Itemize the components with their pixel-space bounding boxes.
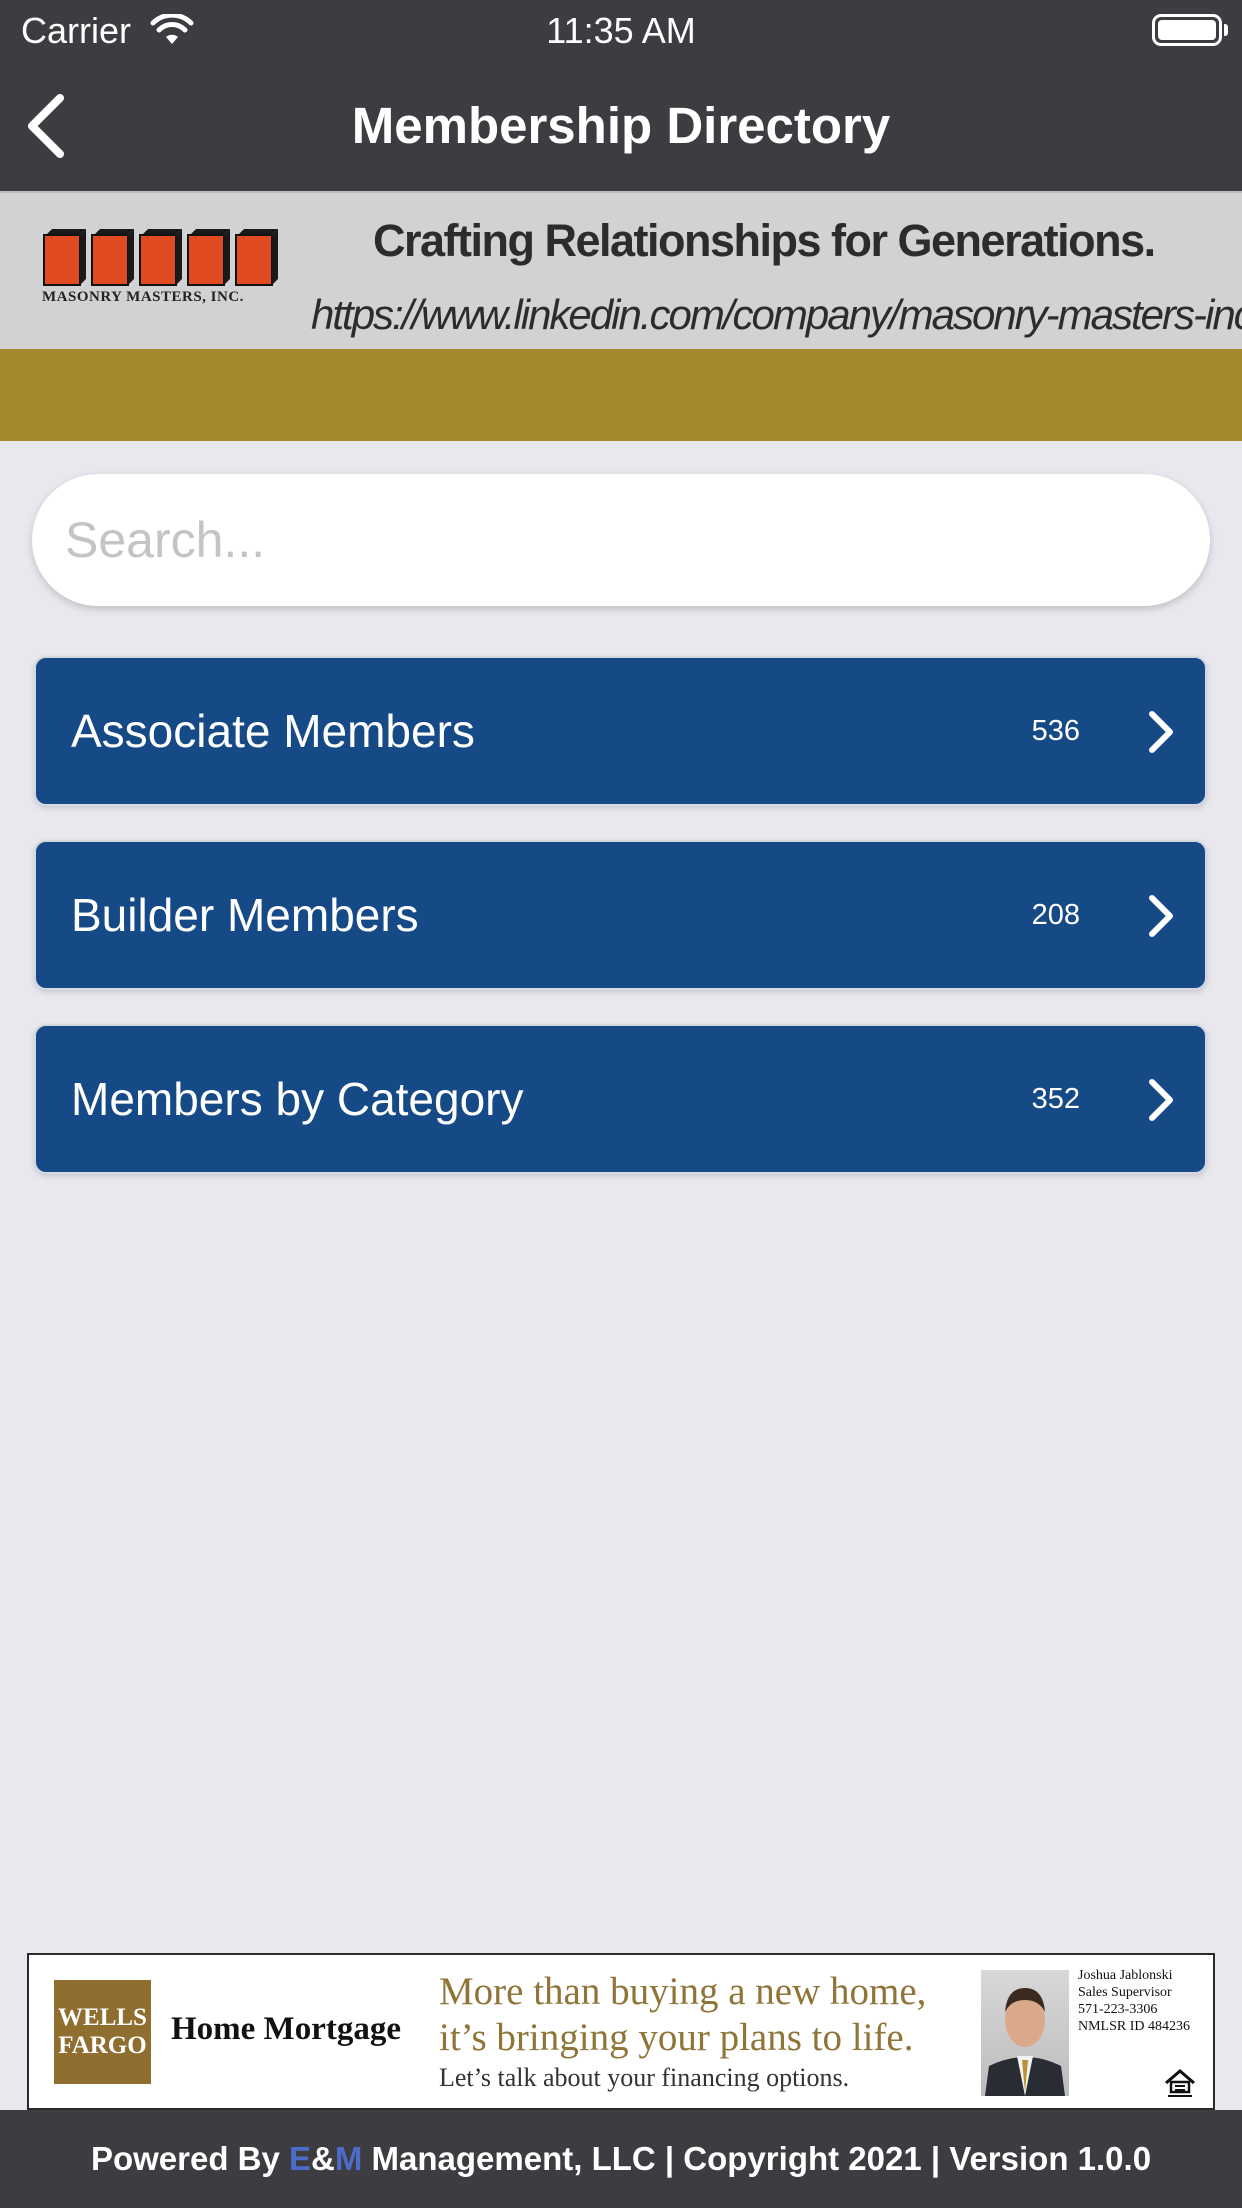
banner-url: https://www.linkedin.com/company/masonry… xyxy=(311,291,1242,338)
row-associate-members[interactable]: Associate Members 536 xyxy=(34,656,1207,806)
battery-icon xyxy=(1152,14,1222,46)
row-builder-members[interactable]: Builder Members 208 xyxy=(34,840,1207,990)
ad-product: Home Mortgage xyxy=(171,2011,401,2047)
equal-housing-lender-icon xyxy=(1165,2069,1195,2097)
row-count: 208 xyxy=(1031,899,1080,931)
person-photo-icon xyxy=(985,1988,1065,2096)
row-label: Members by Category xyxy=(71,1073,524,1125)
banner-tagline: Crafting Relationships for Generations. xyxy=(373,215,1156,266)
battery-nub xyxy=(1224,24,1228,36)
chevron-right-icon xyxy=(1149,895,1173,937)
logo-caption: MASONRY MASTERS, INC. xyxy=(42,289,244,305)
agent-photo xyxy=(981,1970,1069,2096)
logo-line: FARGO xyxy=(58,2032,147,2059)
footer-prefix: Powered By xyxy=(90,2140,290,2177)
footer: Powered By E&M Management, LLC | Copyrig… xyxy=(0,2110,1242,2208)
row-members-by-category[interactable]: Members by Category 352 xyxy=(34,1024,1207,1174)
wells-fargo-logo: WELLS FARGO xyxy=(54,1980,151,2084)
footer-brand-e: E xyxy=(289,2140,312,2177)
footer-brand-m: M xyxy=(334,2140,363,2177)
footer-suffix: Management, LLC | Copyright 2021 | Versi… xyxy=(362,2140,1152,2177)
row-count: 536 xyxy=(1031,715,1080,747)
row-count: 352 xyxy=(1031,1083,1080,1115)
page-title: Membership Directory xyxy=(351,97,891,154)
sponsor-banner[interactable]: MASONRY MASTERS, INC. Crafting Relations… xyxy=(0,191,1242,349)
ad-headline: More than buying a new home, it’s bringi… xyxy=(439,1969,979,2061)
navigation-bar: Carrier 11:35 AM Membership Directory xyxy=(0,0,1242,191)
ad-headline-line: it’s bringing your plans to life. xyxy=(439,2016,914,2059)
row-label: Associate Members xyxy=(71,705,475,757)
logo-line: WELLS xyxy=(58,2004,147,2031)
search-input[interactable] xyxy=(32,474,1210,606)
accent-bar xyxy=(0,349,1242,441)
status-time: 11:35 AM xyxy=(546,10,696,51)
chevron-right-icon xyxy=(1149,711,1173,753)
ad-subline: Let’s talk about your financing options. xyxy=(439,2063,850,2092)
ad-headline-line: More than buying a new home, xyxy=(439,1970,927,2013)
agent-phone: 571-223-3306 xyxy=(1078,2002,1158,2017)
agent-name: Joshua Jablonski xyxy=(1078,1968,1173,1983)
agent-title: Sales Supervisor xyxy=(1078,1985,1172,2000)
chevron-right-icon xyxy=(1149,1079,1173,1121)
footer-brand-amp: & xyxy=(311,2140,335,2177)
row-label: Builder Members xyxy=(71,889,419,941)
agent-nmls: NMLSR ID 484236 xyxy=(1078,2019,1191,2034)
agent-contact: Joshua Jablonski Sales Supervisor 571-22… xyxy=(1078,1967,1190,2035)
wells-fargo-ad[interactable]: WELLS FARGO Home Mortgage More than buyi… xyxy=(27,1953,1215,2110)
